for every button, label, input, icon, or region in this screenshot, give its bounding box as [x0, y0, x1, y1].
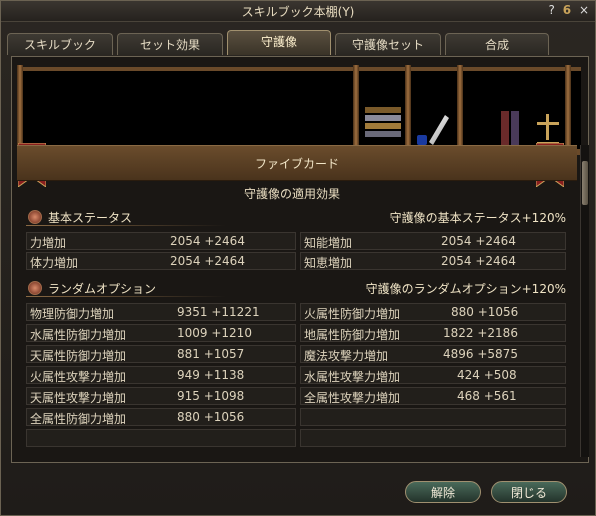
quill-icon [429, 115, 449, 145]
stat-name: 地属性防御力増加 [304, 328, 401, 342]
basic-status-bonus: 守護像の基本ステータス+120% [389, 211, 566, 225]
stat-row: 力増加 2054 +2464 [26, 232, 296, 250]
stat-row: 火属性攻撃力増加 949 +1138 [26, 366, 296, 384]
stat-name: 知恵増加 [304, 256, 353, 270]
random-option-label: ランダムオプション [48, 282, 157, 296]
basic-status-header: 基本ステータス 守護像の基本ステータス+120% [26, 208, 566, 226]
stat-value: 2054 +2464 [441, 234, 516, 248]
shelf-post [353, 65, 359, 149]
guardian-panel: ファイブカード 守護像の適用効果 基本ステータス 守護像の基本ステータス+120… [11, 56, 589, 463]
stat-row: 天属性攻撃力増加 915 +1098 [26, 387, 296, 405]
stat-value: 880 +1056 [451, 305, 519, 319]
close-button[interactable]: 閉じる [491, 481, 567, 503]
candlestick-icon [537, 114, 559, 145]
stat-row: 水属性攻撃力増加 424 +508 [300, 366, 566, 384]
title-bar[interactable]: スキルブック本棚(Y) ? 6 × [1, 1, 595, 22]
stat-name: 火属性防御力増加 [304, 307, 401, 321]
tab-synthesis[interactable]: 合成 [445, 33, 549, 55]
tab-skillbook[interactable]: スキルブック [7, 33, 113, 55]
stat-row: 地属性防御力増加 1822 +2186 [300, 324, 566, 342]
stat-name: 水属性防御力増加 [30, 328, 127, 342]
stat-row: 水属性防御力増加 1009 +1210 [26, 324, 296, 342]
stat-value: 915 +1098 [177, 389, 245, 403]
shelf-post [17, 65, 23, 149]
stat-row: 天属性防御力増加 881 +1057 [26, 345, 296, 363]
release-button[interactable]: 解除 [405, 481, 481, 503]
stat-value: 9351 +11221 [177, 305, 260, 319]
bookshelf [17, 65, 581, 155]
stat-name: 火属性攻撃力増加 [30, 370, 127, 384]
stat-row: 全属性防御力増加 880 +1056 [26, 408, 296, 426]
stat-value: 881 +1057 [177, 347, 245, 361]
book-icon [365, 123, 401, 129]
stat-name: 魔法攻撃力増加 [304, 349, 389, 363]
stat-value: 468 +561 [457, 389, 517, 403]
stat-value: 949 +1138 [177, 368, 245, 382]
stat-value: 2054 +2464 [170, 234, 245, 248]
stat-value: 1009 +1210 [177, 326, 252, 340]
stat-row: 火属性防御力増加 880 +1056 [300, 303, 566, 321]
stat-row: 体力増加 2054 +2464 [26, 252, 296, 270]
section-icon [28, 210, 42, 224]
stat-row: 物理防御力増加 9351 +11221 [26, 303, 296, 321]
stat-name: 天属性攻撃力増加 [30, 391, 127, 405]
stat-name: 物理防御力増加 [30, 307, 115, 321]
book-icon [365, 131, 401, 137]
tab-guardian[interactable]: 守護像 [227, 30, 331, 55]
stat-name: 天属性防御力増加 [30, 349, 127, 363]
scrollbar-thumb[interactable] [582, 161, 588, 205]
stat-value: 880 +1056 [177, 410, 245, 424]
scrollbar[interactable] [580, 145, 589, 457]
close-icon[interactable]: × [579, 3, 589, 17]
stat-name: 全属性防御力増加 [30, 412, 127, 426]
skillbook-shelf-window: スキルブック本棚(Y) ? 6 × スキルブック セット効果 守護像 守護像セッ… [0, 0, 596, 516]
inkwell-icon [417, 135, 427, 145]
stat-row: 全属性攻撃力増加 468 +561 [300, 387, 566, 405]
stat-row-empty [300, 408, 566, 426]
basic-status-label: 基本ステータス [48, 211, 133, 225]
stat-value: 4896 +5875 [443, 347, 518, 361]
stat-name: 体力増加 [30, 256, 79, 270]
stat-row-empty [300, 429, 566, 447]
book-icon [365, 115, 401, 121]
shelf-post [565, 65, 571, 149]
section-icon [28, 281, 42, 295]
tab-guardian-set[interactable]: 守護像セット [335, 33, 441, 55]
stat-value: 2054 +2464 [170, 254, 245, 268]
stat-name: 力増加 [30, 236, 67, 250]
help-icon[interactable]: ? [549, 3, 555, 17]
stat-value: 2054 +2464 [441, 254, 516, 268]
book-icon [511, 111, 519, 145]
stat-row: 魔法攻撃力増加 4896 +5875 [300, 345, 566, 363]
shelf-post [457, 65, 463, 149]
settings-icon[interactable]: 6 [563, 3, 571, 17]
stat-name: 全属性攻撃力増加 [304, 391, 401, 405]
shelf-post [405, 65, 411, 149]
stat-name: 知能増加 [304, 236, 353, 250]
window-title: スキルブック本棚(Y) [241, 5, 355, 19]
tab-set-effect[interactable]: セット効果 [117, 33, 223, 55]
stat-value: 1822 +2186 [443, 326, 518, 340]
book-icon [501, 111, 509, 145]
book-icon [365, 107, 401, 113]
stat-row-empty [26, 429, 296, 447]
stat-value: 424 +508 [457, 368, 517, 382]
card-name: ファイブカード [254, 157, 339, 171]
random-option-bonus: 守護像のランダムオプション+120% [365, 282, 566, 296]
applied-effect-heading: 守護像の適用効果 [243, 187, 340, 201]
card-banner: ファイブカード [17, 145, 577, 181]
random-option-header: ランダムオプション 守護像のランダムオプション+120% [26, 279, 566, 297]
stat-name: 水属性攻撃力増加 [304, 370, 401, 384]
stat-row: 知能増加 2054 +2464 [300, 232, 566, 250]
stat-row: 知恵増加 2054 +2464 [300, 252, 566, 270]
